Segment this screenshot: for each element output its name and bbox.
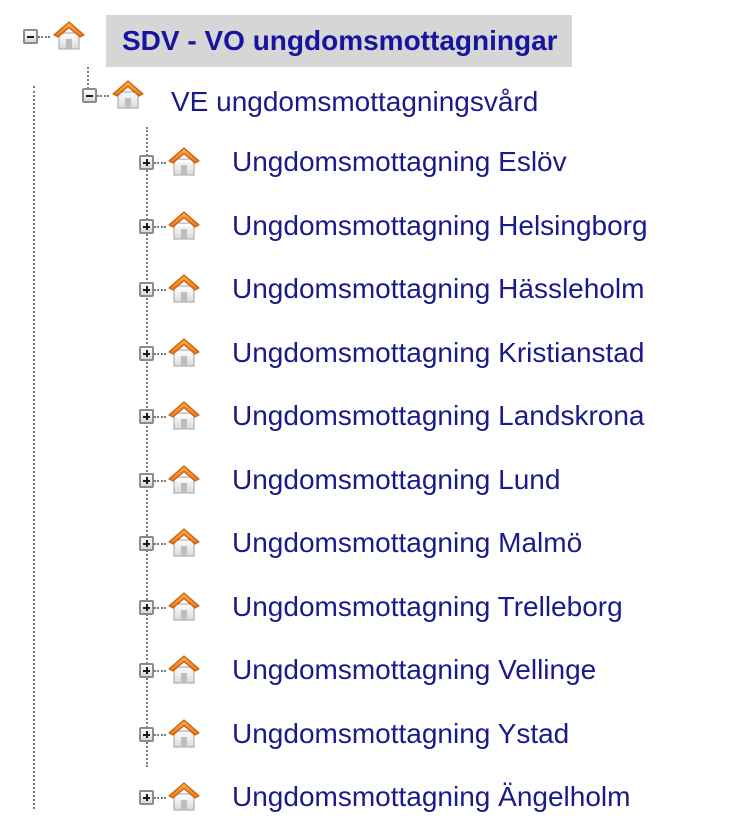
house-icon — [167, 526, 201, 558]
plus-icon[interactable] — [139, 346, 154, 361]
connector — [154, 289, 166, 291]
minus-icon[interactable] — [23, 29, 38, 44]
house-icon — [167, 590, 201, 622]
tree-guide-line — [33, 86, 35, 809]
tree-node-child-label[interactable]: Ungdomsmottagning Eslöv — [232, 142, 567, 182]
plus-icon[interactable] — [139, 473, 154, 488]
tree-node-child-label[interactable]: Ungdomsmottagning Malmö — [232, 523, 582, 563]
connector — [38, 36, 50, 38]
plus-icon[interactable] — [139, 790, 154, 805]
plus-icon[interactable] — [139, 727, 154, 742]
house-icon — [52, 19, 86, 51]
tree-node-child-label[interactable]: Ungdomsmottagning Helsingborg — [232, 206, 648, 246]
plus-icon[interactable] — [139, 282, 154, 297]
house-icon — [167, 653, 201, 685]
plus-icon[interactable] — [139, 600, 154, 615]
tree-view: SDV - VO ungdomsmottagningar VE ungdomsm… — [0, 0, 734, 812]
tree-node-child-label[interactable]: Ungdomsmottagning Trelleborg — [232, 587, 623, 627]
plus-icon[interactable] — [139, 663, 154, 678]
tree-node-root-label[interactable]: SDV - VO ungdomsmottagningar — [106, 15, 572, 67]
house-icon — [167, 780, 201, 812]
connector — [154, 162, 166, 164]
connector — [97, 95, 109, 97]
house-icon — [167, 399, 201, 431]
tree-node-child-label[interactable]: Ungdomsmottagning Vellinge — [232, 650, 596, 690]
tree-node-child-label[interactable]: Ungdomsmottagning Landskrona — [232, 396, 644, 436]
connector — [154, 797, 166, 799]
house-icon — [167, 272, 201, 304]
tree-node-level1-label[interactable]: VE ungdomsmottagningsvård — [171, 82, 538, 122]
plus-icon[interactable] — [139, 409, 154, 424]
tree-node-child-label[interactable]: Ungdomsmottagning Ängelholm — [232, 777, 630, 817]
tree-node-child-label[interactable]: Ungdomsmottagning Hässleholm — [232, 269, 644, 309]
tree-node-child-label[interactable]: Ungdomsmottagning Kristianstad — [232, 333, 644, 373]
house-icon — [167, 717, 201, 749]
plus-icon[interactable] — [139, 536, 154, 551]
connector — [154, 670, 166, 672]
tree-node-child-label[interactable]: Ungdomsmottagning Ystad — [232, 714, 569, 754]
house-icon — [167, 209, 201, 241]
plus-icon[interactable] — [139, 219, 154, 234]
tree-node-child-label[interactable]: Ungdomsmottagning Lund — [232, 460, 560, 500]
connector — [154, 226, 166, 228]
minus-icon[interactable] — [82, 88, 97, 103]
connector — [154, 353, 166, 355]
house-icon — [167, 336, 201, 368]
connector — [154, 734, 166, 736]
connector — [154, 416, 166, 418]
house-icon — [167, 145, 201, 177]
plus-icon[interactable] — [139, 155, 154, 170]
house-icon — [111, 78, 145, 110]
connector — [154, 543, 166, 545]
house-icon — [167, 463, 201, 495]
connector — [154, 480, 166, 482]
connector — [154, 607, 166, 609]
